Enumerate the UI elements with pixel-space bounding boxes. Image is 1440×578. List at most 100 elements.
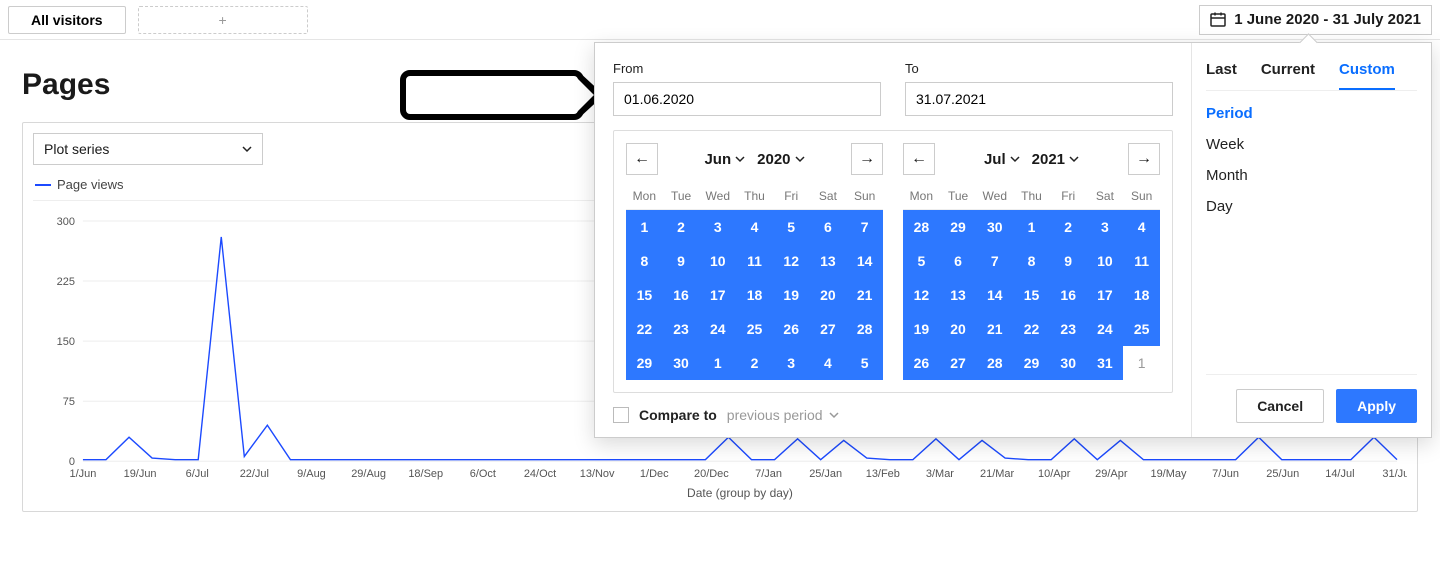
period-option-month[interactable]: Month [1206,167,1417,184]
prev-month-button-right[interactable]: ← [903,143,935,175]
calendar-day[interactable]: 30 [663,346,700,380]
year-select-left[interactable]: 2020 [757,151,804,168]
date-range-button[interactable]: 1 June 2020 - 31 July 2021 [1199,5,1432,35]
add-segment-button[interactable]: + [138,6,308,34]
calendar-day[interactable]: 2 [663,210,700,244]
calendar-day[interactable]: 29 [1013,346,1050,380]
calendar-day[interactable]: 21 [846,278,883,312]
compare-period-select[interactable]: previous period [727,407,839,423]
svg-text:9/Aug: 9/Aug [297,468,326,480]
calendar-day[interactable]: 24 [699,312,736,346]
calendar-day[interactable]: 1 [699,346,736,380]
calendar-day[interactable]: 22 [1013,312,1050,346]
segment-all-visitors[interactable]: All visitors [8,6,126,34]
next-month-button[interactable]: → [1128,143,1160,175]
calendar-day[interactable]: 10 [699,244,736,278]
calendar-day[interactable]: 6 [810,210,847,244]
calendar-day[interactable]: 27 [810,312,847,346]
calendar-day[interactable]: 18 [1123,278,1160,312]
calendar-day[interactable]: 11 [736,244,773,278]
to-input[interactable] [905,82,1173,116]
compare-checkbox[interactable] [613,407,629,423]
calendar-day[interactable]: 23 [1050,312,1087,346]
calendar-day[interactable]: 1 [1123,346,1160,380]
month-select-right[interactable]: Jul [984,151,1020,168]
tab-current[interactable]: Current [1261,55,1315,90]
period-list: Period Week Month Day [1206,105,1417,374]
calendar-day[interactable]: 3 [1087,210,1124,244]
calendar-day[interactable]: 25 [1123,312,1160,346]
apply-button[interactable]: Apply [1336,389,1417,423]
calendar-day[interactable]: 27 [940,346,977,380]
calendar-day[interactable]: 19 [903,312,940,346]
calendar-day[interactable]: 5 [903,244,940,278]
period-option-period[interactable]: Period [1206,105,1417,122]
calendar-day[interactable]: 5 [846,346,883,380]
calendar-day[interactable]: 30 [1050,346,1087,380]
calendar-day[interactable]: 25 [736,312,773,346]
calendar-day[interactable]: 4 [736,210,773,244]
calendar-day[interactable]: 28 [846,312,883,346]
calendar-day[interactable]: 29 [626,346,663,380]
calendar-day[interactable]: 7 [976,244,1013,278]
calendar-day[interactable]: 2 [1050,210,1087,244]
tab-custom[interactable]: Custom [1339,55,1395,90]
calendar-day[interactable]: 4 [810,346,847,380]
svg-text:10/Apr: 10/Apr [1038,468,1071,480]
calendar-day[interactable]: 16 [1050,278,1087,312]
calendar-day[interactable]: 4 [1123,210,1160,244]
period-option-week[interactable]: Week [1206,136,1417,153]
top-bar: All visitors + 1 June 2020 - 31 July 202… [0,0,1440,40]
tab-last[interactable]: Last [1206,55,1237,90]
cancel-button[interactable]: Cancel [1236,389,1324,423]
calendar-day[interactable]: 3 [773,346,810,380]
calendar-day[interactable]: 26 [773,312,810,346]
calendar-day[interactable]: 8 [626,244,663,278]
calendar-day[interactable]: 9 [1050,244,1087,278]
calendar-day[interactable]: 28 [976,346,1013,380]
calendar-day[interactable]: 2 [736,346,773,380]
calendar-day[interactable]: 6 [940,244,977,278]
from-input[interactable] [613,82,881,116]
calendar-day[interactable]: 28 [903,210,940,244]
calendar-day[interactable]: 19 [773,278,810,312]
year-select-right[interactable]: 2021 [1032,151,1079,168]
month-select-left[interactable]: Jun [704,151,745,168]
calendar-day[interactable]: 21 [976,312,1013,346]
calendar-day[interactable]: 31 [1087,346,1124,380]
calendar-day[interactable]: 20 [940,312,977,346]
calendar-day[interactable]: 13 [810,244,847,278]
calendar-day[interactable]: 22 [626,312,663,346]
calendar-day[interactable]: 13 [940,278,977,312]
calendar-day[interactable]: 30 [976,210,1013,244]
calendar-day[interactable]: 11 [1123,244,1160,278]
next-month-button-left[interactable]: → [851,143,883,175]
calendar-day[interactable]: 3 [699,210,736,244]
calendar-day[interactable]: 1 [626,210,663,244]
calendar-day[interactable]: 12 [903,278,940,312]
calendar-day[interactable]: 7 [846,210,883,244]
calendar-day[interactable]: 9 [663,244,700,278]
calendar-day[interactable]: 10 [1087,244,1124,278]
svg-text:75: 75 [63,396,75,408]
calendar-day[interactable]: 1 [1013,210,1050,244]
calendar-day[interactable]: 29 [940,210,977,244]
calendar-day[interactable]: 12 [773,244,810,278]
calendar-day[interactable]: 17 [699,278,736,312]
period-option-day[interactable]: Day [1206,198,1417,215]
calendar-day[interactable]: 5 [773,210,810,244]
calendar-day[interactable]: 14 [976,278,1013,312]
calendar-day[interactable]: 15 [626,278,663,312]
calendar-day[interactable]: 16 [663,278,700,312]
calendar-day[interactable]: 24 [1087,312,1124,346]
calendar-day[interactable]: 8 [1013,244,1050,278]
calendar-day[interactable]: 17 [1087,278,1124,312]
calendar-day[interactable]: 18 [736,278,773,312]
plot-series-select[interactable]: Plot series [33,133,263,165]
calendar-day[interactable]: 15 [1013,278,1050,312]
calendar-day[interactable]: 26 [903,346,940,380]
calendar-day[interactable]: 23 [663,312,700,346]
calendar-day[interactable]: 20 [810,278,847,312]
prev-month-button[interactable]: ← [626,143,658,175]
calendar-day[interactable]: 14 [846,244,883,278]
